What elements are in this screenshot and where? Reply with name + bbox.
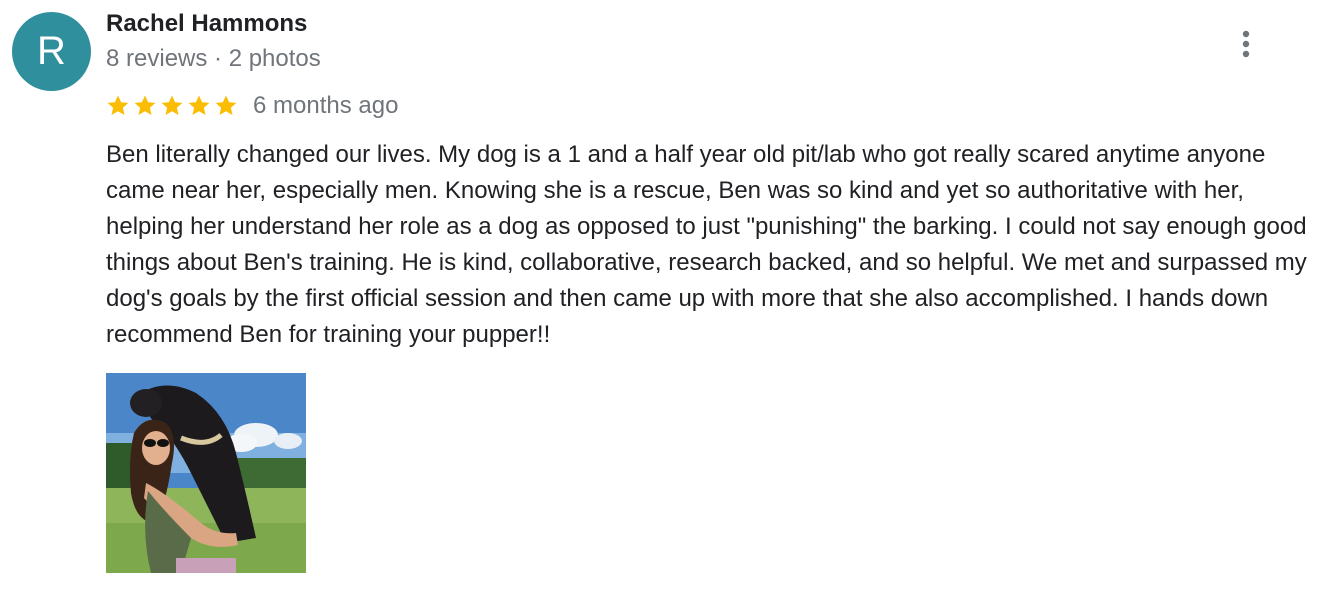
avatar[interactable]: R [12, 12, 91, 91]
avatar-initial: R [37, 29, 66, 73]
review-card: R Rachel Hammons 8 reviews · 2 photos 6 … [0, 0, 1322, 594]
star-icon [215, 95, 237, 115]
star-icon [134, 95, 156, 115]
star-rating [106, 94, 238, 118]
star-icon [161, 95, 183, 115]
photo-image [106, 373, 306, 573]
review-time: 6 months ago [253, 92, 399, 119]
star-icon [107, 95, 129, 115]
review-text: Ben literally changed our lives. My dog … [106, 141, 1307, 348]
star-icon [188, 95, 210, 115]
review-photo[interactable] [106, 373, 306, 573]
author-meta: 8 reviews · 2 photos [106, 45, 321, 72]
rating-row: 6 months ago [106, 90, 398, 122]
more-vert-icon [1242, 30, 1250, 58]
author-name[interactable]: Rachel Hammons [106, 10, 307, 38]
more-options-button[interactable] [1226, 26, 1266, 62]
